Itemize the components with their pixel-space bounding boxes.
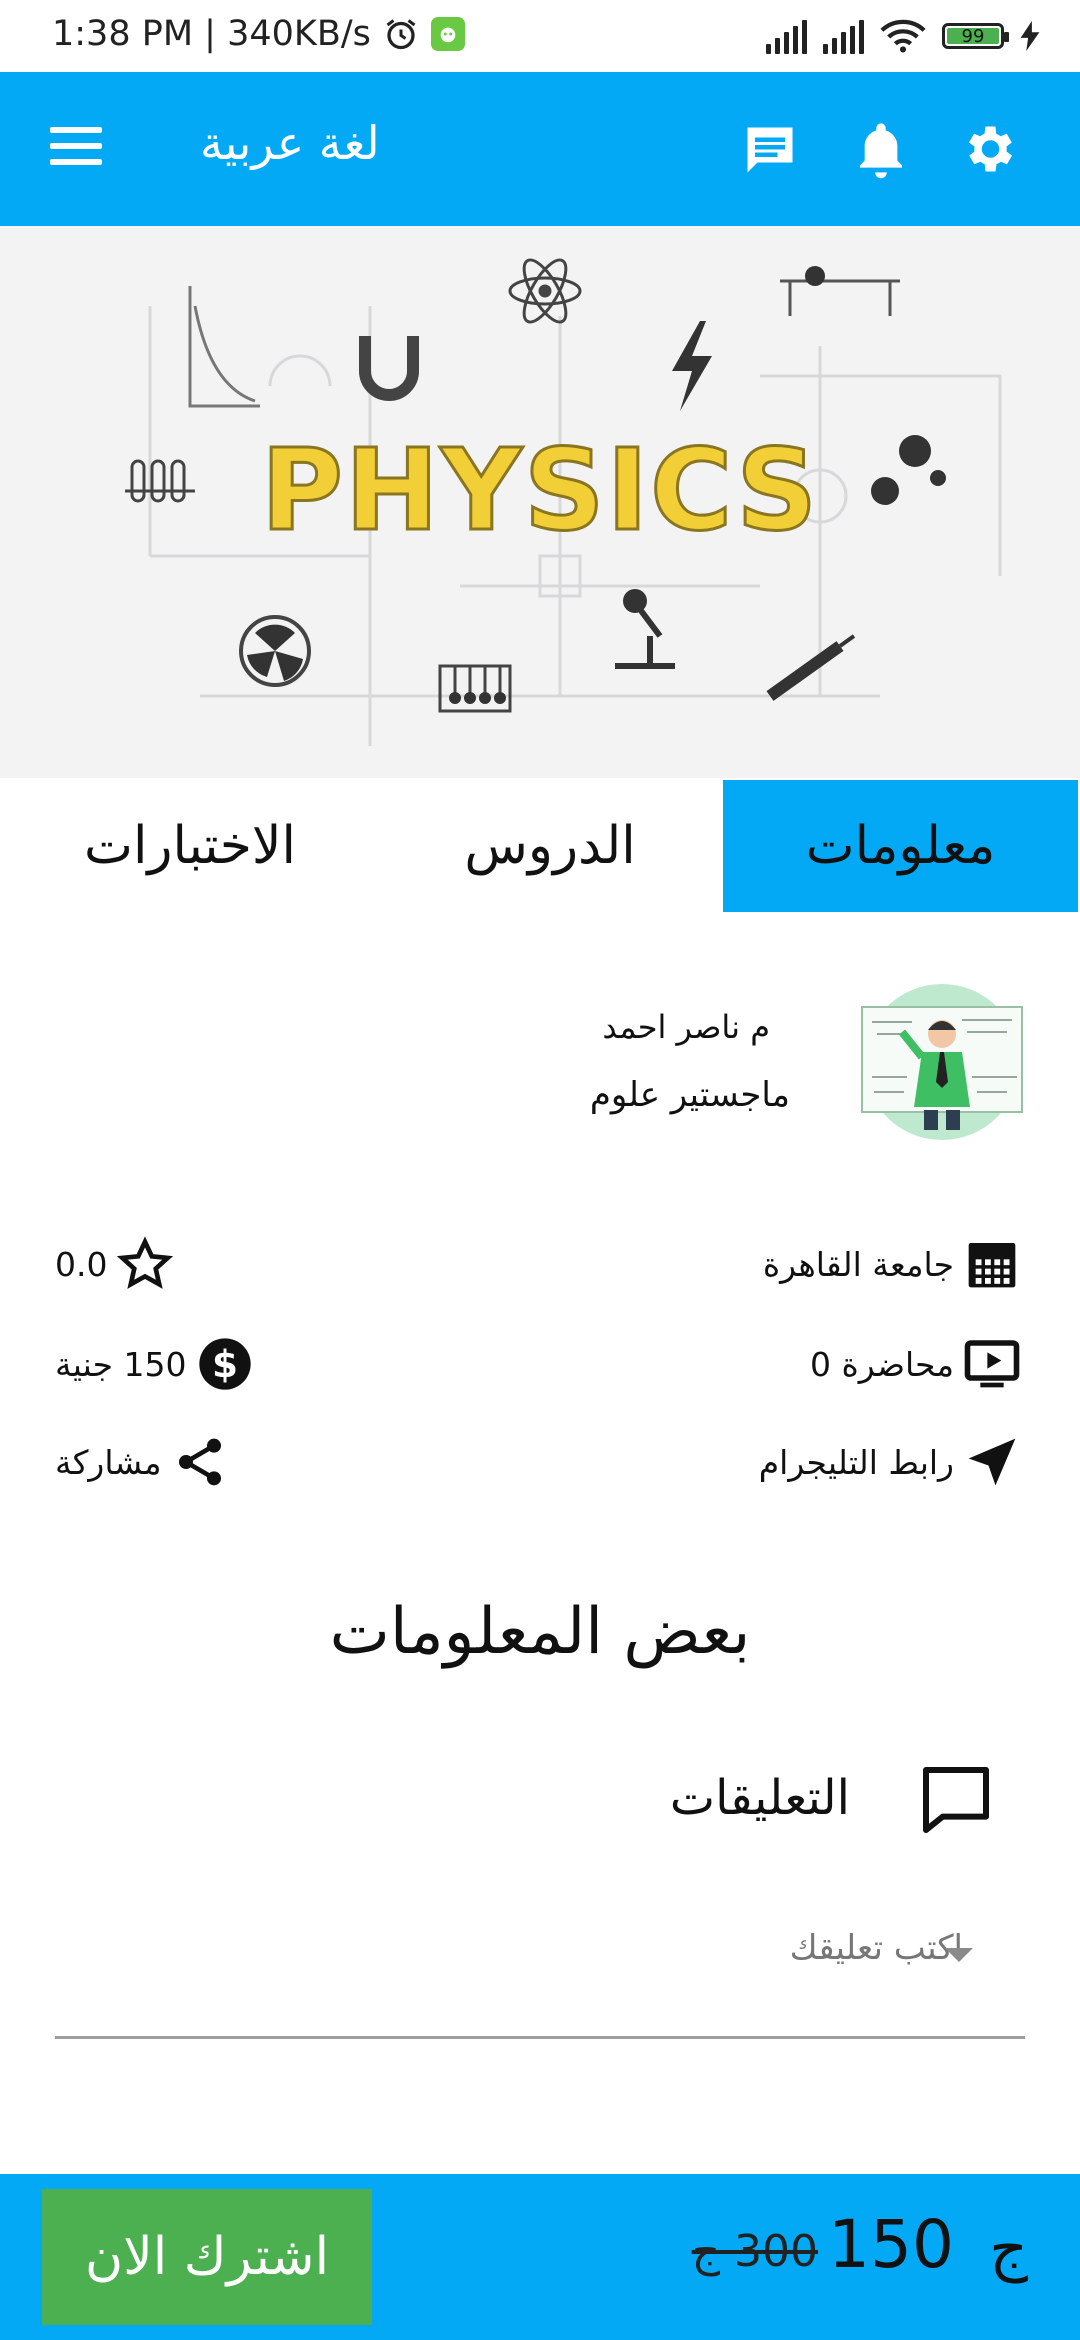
video-icon <box>964 1340 1020 1388</box>
gear-icon[interactable] <box>958 119 1018 179</box>
price-currency: ج <box>989 2214 1028 2284</box>
chat-icon[interactable] <box>740 120 800 180</box>
status-time-speed: 1:38 PM | 340KB/s <box>52 14 371 54</box>
university-item: جامعة القاهرة <box>763 1236 1020 1292</box>
instructor-degree: ماجستير علوم <box>589 1075 790 1115</box>
share-label: مشاركة <box>55 1442 162 1482</box>
battery-icon: 99 <box>942 23 1009 49</box>
svg-text:$: $ <box>212 1342 238 1386</box>
share-item[interactable]: مشاركة <box>55 1434 228 1490</box>
dropdown-arrow-icon[interactable] <box>945 1948 973 1962</box>
price-label: 150 جنية <box>55 1344 187 1384</box>
star-icon <box>117 1236 174 1289</box>
building-icon <box>968 1243 1016 1288</box>
tab-bar: معلومات الدروس الاختبارات <box>0 780 1080 912</box>
alarm-icon <box>386 19 416 50</box>
share-icon <box>178 1438 221 1486</box>
battery-level: 99 <box>947 28 999 46</box>
menu-button[interactable] <box>50 127 102 171</box>
section-title: بعض المعلومات <box>329 1595 751 1669</box>
charging-icon <box>1020 21 1040 51</box>
toolbar-title: لغة عربية <box>200 116 380 170</box>
toolbar: لغة عربية <box>0 72 1080 226</box>
status-bar: 1:38 PM | 340KB/s 99 <box>0 0 1080 72</box>
lectures-item: محاضرة 0 <box>810 1336 1020 1392</box>
send-icon <box>968 1438 1016 1486</box>
old-price: 300 ج <box>691 2226 818 2277</box>
bell-icon[interactable] <box>853 117 909 181</box>
wifi-icon <box>880 19 926 53</box>
tab-tests[interactable]: الاختبارات <box>40 780 340 912</box>
comments-label: التعليقات <box>669 1770 850 1826</box>
new-price: 150 <box>828 2206 954 2283</box>
signal-icon <box>766 18 807 54</box>
bottom-bar: اشترك الان 300 ج 150 ج <box>0 2174 1080 2340</box>
tab-info[interactable]: معلومات <box>723 780 1078 912</box>
university-label: جامعة القاهرة <box>762 1244 954 1284</box>
signal-icon-2 <box>823 18 864 54</box>
subscribe-button[interactable]: اشترك الان <box>42 2189 372 2325</box>
instructor-name: م ناصر احمد <box>602 1008 770 1046</box>
dollar-icon: $ <box>198 1338 251 1390</box>
app-notification-icon <box>430 17 465 51</box>
telegram-item[interactable]: رابط التليجرام <box>759 1434 1020 1490</box>
banner-title: PHYSICS <box>259 425 820 558</box>
lectures-label: محاضرة 0 <box>809 1344 954 1384</box>
price-item: 150 جنية $ <box>55 1336 253 1392</box>
telegram-label: رابط التليجرام <box>758 1442 954 1482</box>
comment-field <box>55 1900 1025 2039</box>
comment-input[interactable] <box>85 1922 965 1974</box>
instructor-avatar <box>861 984 1023 1140</box>
status-left: 1:38 PM | 340KB/s <box>52 14 465 54</box>
comment-icon <box>923 1767 989 1833</box>
tab-lessons[interactable]: الدروس <box>400 780 700 912</box>
status-right: 99 <box>766 18 1040 54</box>
rating-value: 0.0 <box>55 1244 108 1284</box>
rating-item: 0.0 <box>55 1236 174 1292</box>
course-banner: PHYSICS <box>0 226 1080 778</box>
